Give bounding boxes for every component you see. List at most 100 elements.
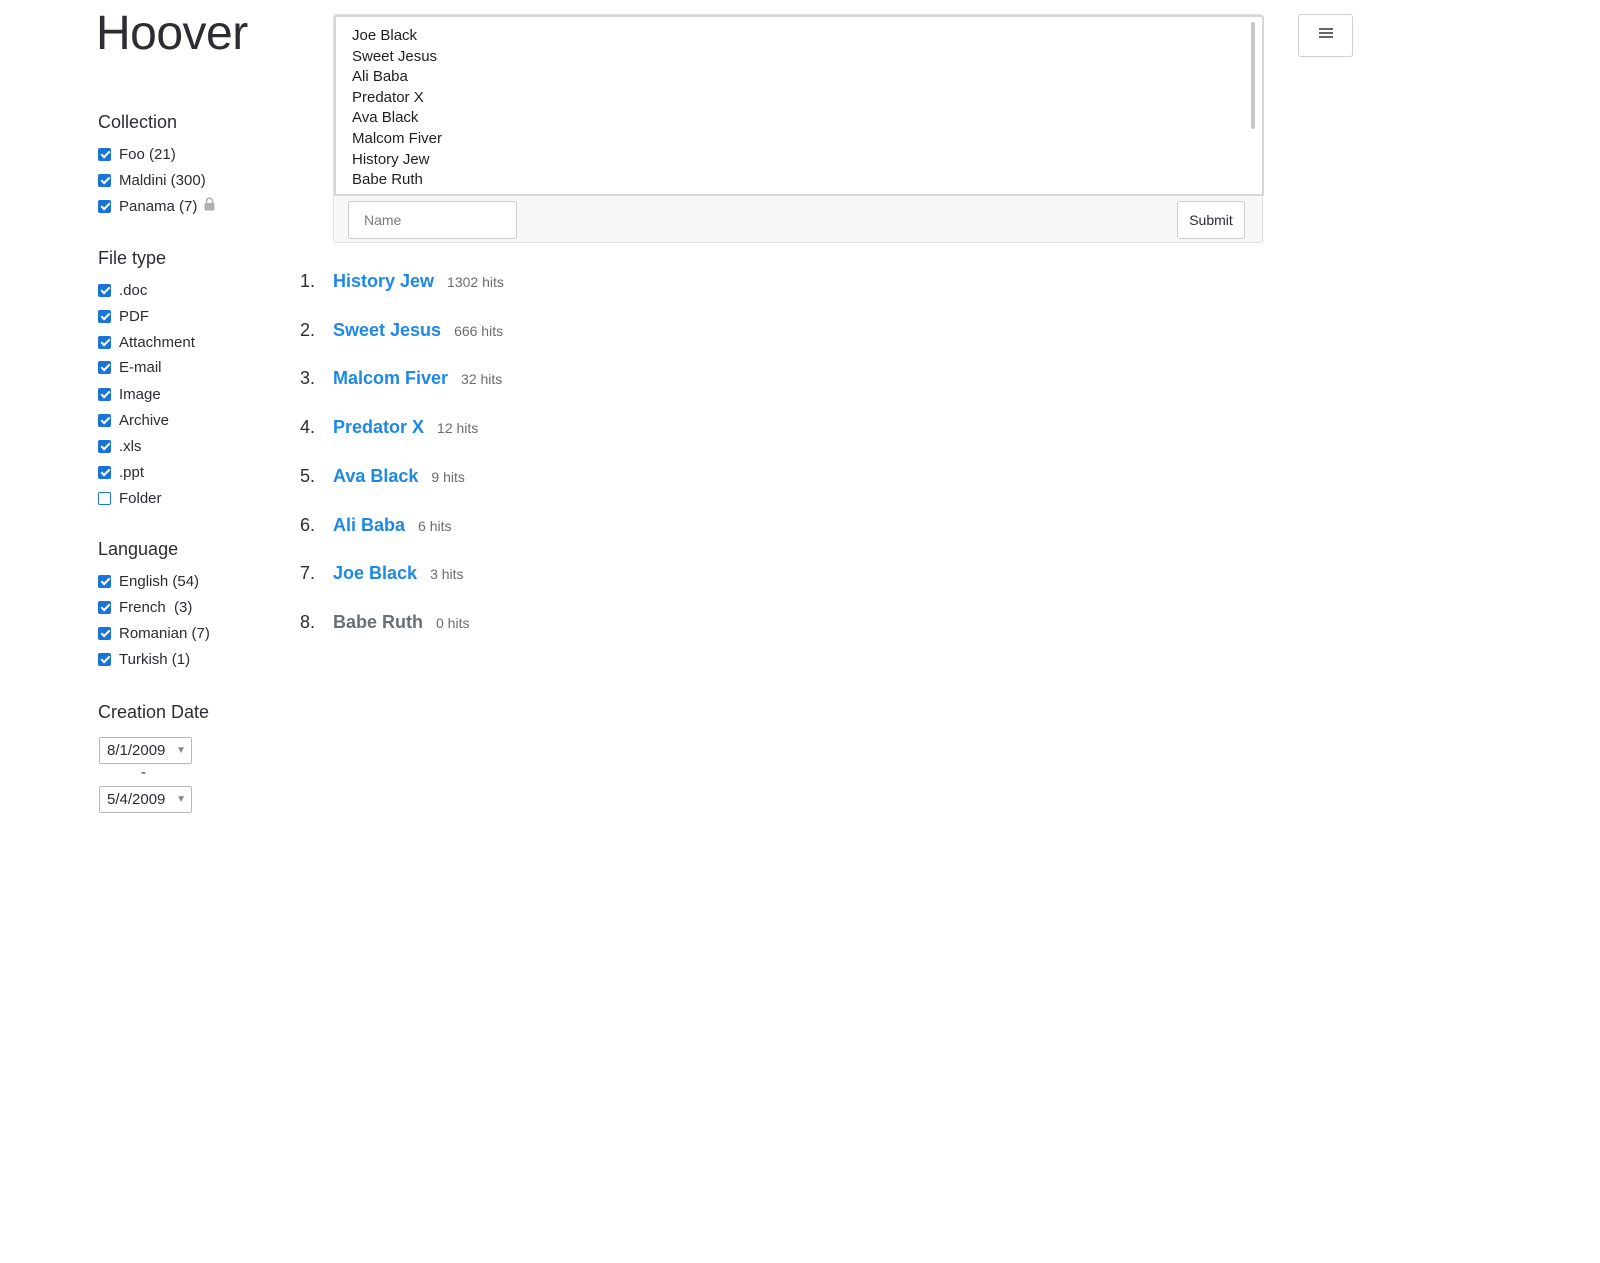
option-label: .doc — [119, 281, 148, 299]
checkbox[interactable] — [98, 600, 111, 614]
file-type-option-ppt[interactable]: .ppt — [98, 461, 144, 483]
option-label: French (3) — [119, 598, 193, 616]
result-link[interactable]: Malcom Fiver — [333, 368, 448, 389]
result-link[interactable]: Ali Baba — [333, 515, 405, 536]
result-rank: 2. — [300, 320, 316, 340]
checkbox[interactable] — [98, 626, 111, 640]
checkbox[interactable] — [98, 387, 111, 401]
scrollbar[interactable] — [1251, 22, 1255, 129]
suggestion-item[interactable]: Ava Black — [352, 109, 418, 126]
option-label: Folder — [119, 489, 162, 507]
suggestion-item[interactable]: History Jew — [352, 151, 430, 168]
suggestion-item[interactable]: Ali Baba — [352, 68, 408, 85]
suggestion-list[interactable]: Joe Black Sweet Jesus Ali Baba Predator … — [334, 15, 1264, 196]
search-panel: Joe Black Sweet Jesus Ali Baba Predator … — [333, 14, 1264, 243]
checkbox[interactable] — [98, 199, 111, 213]
file-type-option-doc[interactable]: .doc — [98, 279, 147, 301]
file-type-option-folder[interactable]: Folder — [98, 487, 162, 509]
result-hit-count: 9 hits — [431, 469, 465, 485]
date-to-select[interactable]: 5/4/2009 ▼ — [99, 786, 192, 813]
result-hit-count: 3 hits — [430, 566, 464, 582]
suggestion-item[interactable]: Malcom Fiver — [352, 130, 442, 147]
option-label: Attachment — [119, 333, 195, 351]
result-item: 7. Joe Black 3 hits — [300, 563, 464, 589]
option-label: .ppt — [119, 463, 145, 481]
date-from-select[interactable]: 8/1/2009 ▼ — [99, 737, 192, 764]
file-type-option-email[interactable]: E-mail — [98, 356, 162, 378]
result-hit-count: 32 hits — [461, 371, 503, 387]
suggestion-item[interactable]: Joe Black — [352, 27, 417, 44]
result-rank: 3. — [300, 368, 316, 388]
result-rank: 1. — [300, 271, 316, 291]
result-hit-count: 0 hits — [436, 615, 470, 631]
result-rank: 8. — [300, 612, 316, 632]
option-label: English (54) — [119, 572, 200, 590]
result-link[interactable]: History Jew — [333, 271, 434, 292]
option-label: Archive — [119, 411, 170, 429]
date-to-value: 5/4/2009 — [107, 791, 166, 808]
result-rank: 7. — [300, 563, 316, 583]
language-option-french[interactable]: French (3) — [98, 596, 192, 618]
file-type-option-attachment[interactable]: Attachment — [98, 331, 195, 353]
result-hit-count: 1302 hits — [447, 274, 504, 290]
result-hit-count: 12 hits — [437, 420, 479, 436]
suggestion-item[interactable]: Babe Ruth — [352, 171, 423, 188]
file-type-option-pdf[interactable]: PDF — [98, 305, 149, 327]
result-rank: 6. — [300, 515, 316, 535]
submit-button[interactable]: Submit — [1177, 201, 1245, 239]
result-rank: 5. — [300, 466, 316, 486]
menu-button[interactable] — [1298, 14, 1353, 57]
option-label: Panama (7) — [119, 197, 198, 215]
suggestion-item[interactable]: Predator X — [352, 89, 424, 106]
checkbox[interactable] — [98, 335, 111, 349]
checkbox[interactable] — [98, 147, 111, 161]
checkbox[interactable] — [98, 465, 111, 479]
result-link[interactable]: Ava Black — [333, 466, 418, 487]
file-type-heading: File type — [98, 248, 167, 268]
result-item: 6. Ali Baba 6 hits — [300, 515, 452, 541]
collection-option-panama[interactable]: Panama (7) — [98, 195, 215, 217]
result-item: 5. Ava Black 9 hits — [300, 466, 465, 492]
checkbox[interactable] — [98, 574, 111, 588]
option-label: PDF — [119, 307, 149, 325]
checkbox[interactable] — [98, 309, 111, 323]
result-link[interactable]: Joe Black — [333, 563, 417, 584]
language-option-romanian[interactable]: Romanian (7) — [98, 622, 210, 644]
language-option-english[interactable]: English (54) — [98, 570, 199, 592]
chevron-down-icon: ▼ — [176, 794, 186, 805]
collection-heading: Collection — [98, 112, 178, 132]
checkbox[interactable] — [98, 439, 111, 453]
result-link[interactable]: Babe Ruth — [333, 612, 423, 633]
result-item: 3. Malcom Fiver 32 hits — [300, 368, 502, 394]
result-rank: 4. — [300, 417, 316, 437]
collection-option-maldini[interactable]: Maldini (300) — [98, 169, 206, 191]
date-from-value: 8/1/2009 — [107, 742, 166, 759]
result-item: 8. Babe Ruth 0 hits — [300, 612, 469, 638]
option-label: E-mail — [119, 358, 162, 376]
collection-option-foo[interactable]: Foo (21) — [98, 143, 176, 165]
checkbox[interactable] — [98, 283, 111, 297]
file-type-option-xls[interactable]: .xls — [98, 435, 142, 457]
file-type-option-image[interactable]: Image — [98, 383, 161, 405]
result-item: 2. Sweet Jesus 666 hits — [300, 320, 503, 346]
checkbox[interactable] — [98, 413, 111, 427]
suggestion-item[interactable]: Sweet Jesus — [352, 48, 437, 65]
option-label: Turkish (1) — [119, 650, 191, 668]
checkbox[interactable] — [98, 491, 111, 505]
result-hit-count: 6 hits — [418, 518, 452, 534]
checkbox[interactable] — [98, 360, 111, 374]
option-label: Image — [119, 385, 161, 403]
result-link[interactable]: Sweet Jesus — [333, 320, 441, 341]
language-option-turkish[interactable]: Turkish (1) — [98, 648, 190, 670]
chevron-down-icon: ▼ — [176, 745, 186, 756]
result-hit-count: 666 hits — [454, 323, 504, 339]
checkbox[interactable] — [98, 173, 111, 187]
creation-date-heading: Creation Date — [98, 702, 210, 722]
language-heading: Language — [98, 539, 179, 559]
file-type-option-archive[interactable]: Archive — [98, 409, 169, 431]
option-label: Maldini (300) — [119, 171, 206, 189]
name-input[interactable] — [348, 201, 517, 239]
lock-icon — [204, 197, 215, 216]
result-link[interactable]: Predator X — [333, 417, 424, 438]
checkbox[interactable] — [98, 652, 111, 666]
